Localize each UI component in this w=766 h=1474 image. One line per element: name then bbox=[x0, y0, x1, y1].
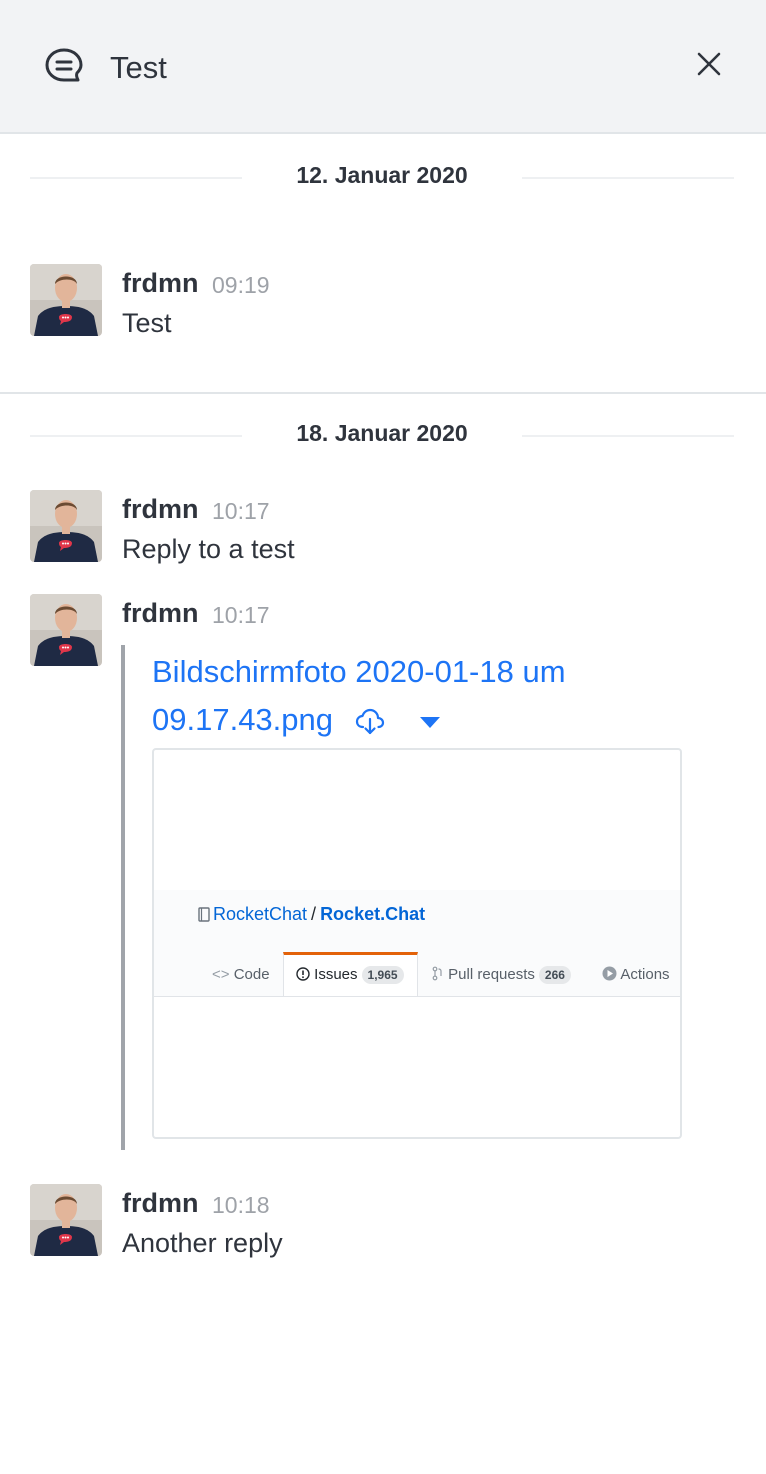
tab-issues: Issues 1,965 bbox=[283, 952, 418, 996]
message-time: 10:17 bbox=[212, 602, 270, 628]
message-username[interactable]: frdmn bbox=[122, 494, 199, 525]
tab-pull-requests: Pull requests 266 bbox=[432, 954, 571, 996]
pull-request-icon bbox=[432, 966, 442, 981]
thread-title: Test bbox=[110, 50, 167, 85]
repo-separator: / bbox=[311, 904, 317, 924]
date-separator: 18. Januar 2020 bbox=[30, 420, 734, 450]
message-text: Test bbox=[122, 308, 172, 338]
message-text: Reply to a test bbox=[122, 534, 295, 564]
avatar[interactable] bbox=[30, 264, 102, 336]
message-time: 10:18 bbox=[212, 1192, 270, 1218]
message-time: 10:17 bbox=[212, 498, 270, 524]
code-icon: <> bbox=[212, 966, 230, 983]
message-time: 09:19 bbox=[212, 272, 270, 298]
attachment-quote-bar bbox=[121, 645, 125, 1150]
date-label: 18. Januar 2020 bbox=[296, 420, 468, 446]
message-text: Another reply bbox=[122, 1228, 283, 1258]
date-separator: 12. Januar 2020 bbox=[30, 162, 734, 192]
tab-actions: Actions bbox=[602, 954, 670, 996]
thread-icon bbox=[45, 48, 83, 82]
message-username[interactable]: frdmn bbox=[122, 598, 199, 629]
cloud-download-icon[interactable] bbox=[355, 708, 385, 736]
tab-code: <> Code bbox=[212, 966, 270, 983]
avatar[interactable] bbox=[30, 490, 102, 562]
issue-icon bbox=[296, 967, 310, 981]
book-icon bbox=[198, 907, 210, 922]
play-icon bbox=[602, 966, 617, 981]
message-username[interactable]: frdmn bbox=[122, 1188, 199, 1219]
avatar[interactable] bbox=[30, 1184, 102, 1256]
repo-owner: RocketChat bbox=[213, 904, 308, 924]
repo-name: Rocket.Chat bbox=[320, 904, 426, 924]
thread-header: Test bbox=[0, 0, 766, 134]
github-repo-header: RocketChat / Rocket.Chat <> Code Issues 1,9… bbox=[154, 890, 680, 997]
avatar[interactable] bbox=[30, 594, 102, 666]
attachment-file-link[interactable]: Bildschirmfoto 2020-01-18 um 09.17.43.pn… bbox=[152, 648, 632, 744]
message-username[interactable]: frdmn bbox=[122, 268, 199, 299]
image-preview[interactable]: RocketChat / Rocket.Chat <> Code Issues 1,9… bbox=[152, 748, 682, 1139]
caret-down-icon[interactable] bbox=[419, 715, 441, 729]
date-label: 12. Januar 2020 bbox=[296, 162, 468, 188]
section-divider bbox=[0, 392, 766, 394]
close-icon[interactable] bbox=[693, 48, 725, 80]
repo-path: RocketChat / Rocket.Chat bbox=[198, 904, 425, 925]
